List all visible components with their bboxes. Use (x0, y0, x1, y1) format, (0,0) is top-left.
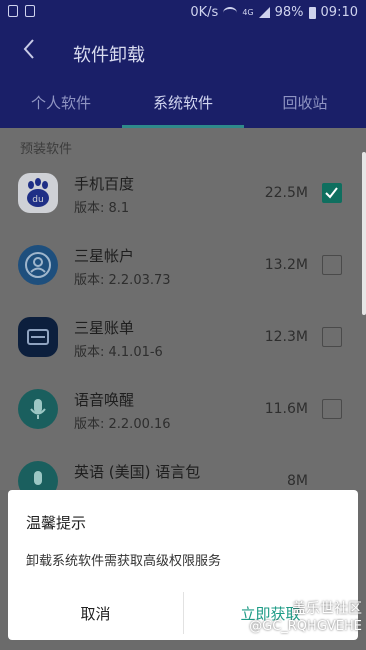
app-name: 语音唤醒 (74, 391, 135, 409)
check-icon (325, 187, 338, 199)
samsung-bill-icon (18, 317, 58, 357)
network-type: 4G (242, 8, 254, 17)
scrollbar[interactable] (362, 152, 366, 315)
app-root: 0K/s 4G 98% 09:10 软件卸载 个人软件 系统软件 回收站 预装软… (0, 0, 366, 650)
app-version: 版本: 8.1 (74, 201, 130, 216)
top-bar: 0K/s 4G 98% 09:10 软件卸载 个人软件 系统软件 回收站 (0, 0, 366, 128)
app-version: 版本: 2.2.00.16 (74, 417, 171, 432)
app-name: 手机百度 (74, 175, 135, 193)
list-item[interactable]: 三星账单 版本: 4.1.01-6 12.3M (0, 305, 366, 377)
list-item[interactable]: 三星帐户 版本: 2.2.03.73 13.2M (0, 233, 366, 305)
paw-icon: du (27, 178, 49, 207)
voice-wakeup-icon (18, 389, 58, 429)
net-speed: 0K/s (190, 5, 219, 20)
shield-icon (8, 5, 18, 17)
app-header: 软件卸载 (0, 26, 366, 78)
wifi-icon (223, 6, 238, 19)
app-version: 版本: 2.2.03.73 (74, 273, 171, 288)
samsung-account-icon (18, 245, 58, 285)
page-title: 软件卸载 (73, 45, 145, 66)
app-list: 预装软件 du 手机百度 版本: 8.1 22.5M 三星帐户 版本: 2.2.… (0, 128, 366, 501)
watermark-user: @GC_RQHGVEHE (249, 619, 362, 634)
battery-percent: 98% (274, 5, 304, 20)
app-size: 11.6M (264, 401, 308, 417)
list-item[interactable]: du 手机百度 版本: 8.1 22.5M (0, 161, 366, 233)
baidu-logo-text: du (32, 195, 43, 205)
dialog-title: 温馨提示 (26, 514, 87, 532)
select-checkbox[interactable] (322, 399, 342, 419)
select-checkbox[interactable] (322, 183, 342, 203)
app-size: 12.3M (264, 329, 308, 345)
tab-system-apps[interactable]: 系统软件 (122, 78, 244, 128)
watermark-title: 盖乐世社区 (292, 601, 362, 617)
app-name: 三星账单 (74, 319, 135, 337)
dialog-message: 卸载系统软件需获取高级权限服务 (26, 554, 222, 569)
select-checkbox[interactable] (322, 255, 342, 275)
status-bar: 0K/s 4G 98% 09:10 (0, 0, 366, 26)
card-icon (27, 329, 49, 345)
section-label: 预装软件 (20, 142, 73, 157)
status-right: 0K/s 4G 98% 09:10 (190, 5, 358, 20)
baidu-icon: du (18, 173, 58, 213)
app-name: 英语 (美国) 语言包 (74, 463, 201, 481)
battery-icon (308, 6, 316, 19)
signal-icon (258, 7, 270, 18)
tab-bar: 个人软件 系统软件 回收站 (0, 78, 366, 128)
microphone-icon (30, 399, 46, 419)
cancel-button[interactable]: 取消 (8, 592, 183, 636)
user-icon (25, 252, 51, 278)
app-version: 版本: 4.1.01-6 (74, 345, 163, 360)
list-item[interactable]: 语音唤醒 版本: 2.2.00.16 11.6M (0, 377, 366, 449)
select-checkbox[interactable] (322, 327, 342, 347)
bag-icon (25, 5, 35, 17)
tab-recycle-bin[interactable]: 回收站 (244, 78, 366, 128)
status-left (8, 5, 35, 17)
watermark: 盖乐世社区 @GC_RQHGVEHE (249, 600, 362, 636)
app-size: 13.2M (264, 257, 308, 273)
app-name: 三星帐户 (74, 247, 135, 265)
clock: 09:10 (320, 5, 358, 20)
back-button[interactable] (22, 38, 52, 68)
app-size: 8M (287, 473, 308, 489)
app-size: 22.5M (264, 185, 308, 201)
tab-personal-apps[interactable]: 个人软件 (0, 78, 122, 128)
chevron-left-icon (23, 39, 34, 59)
